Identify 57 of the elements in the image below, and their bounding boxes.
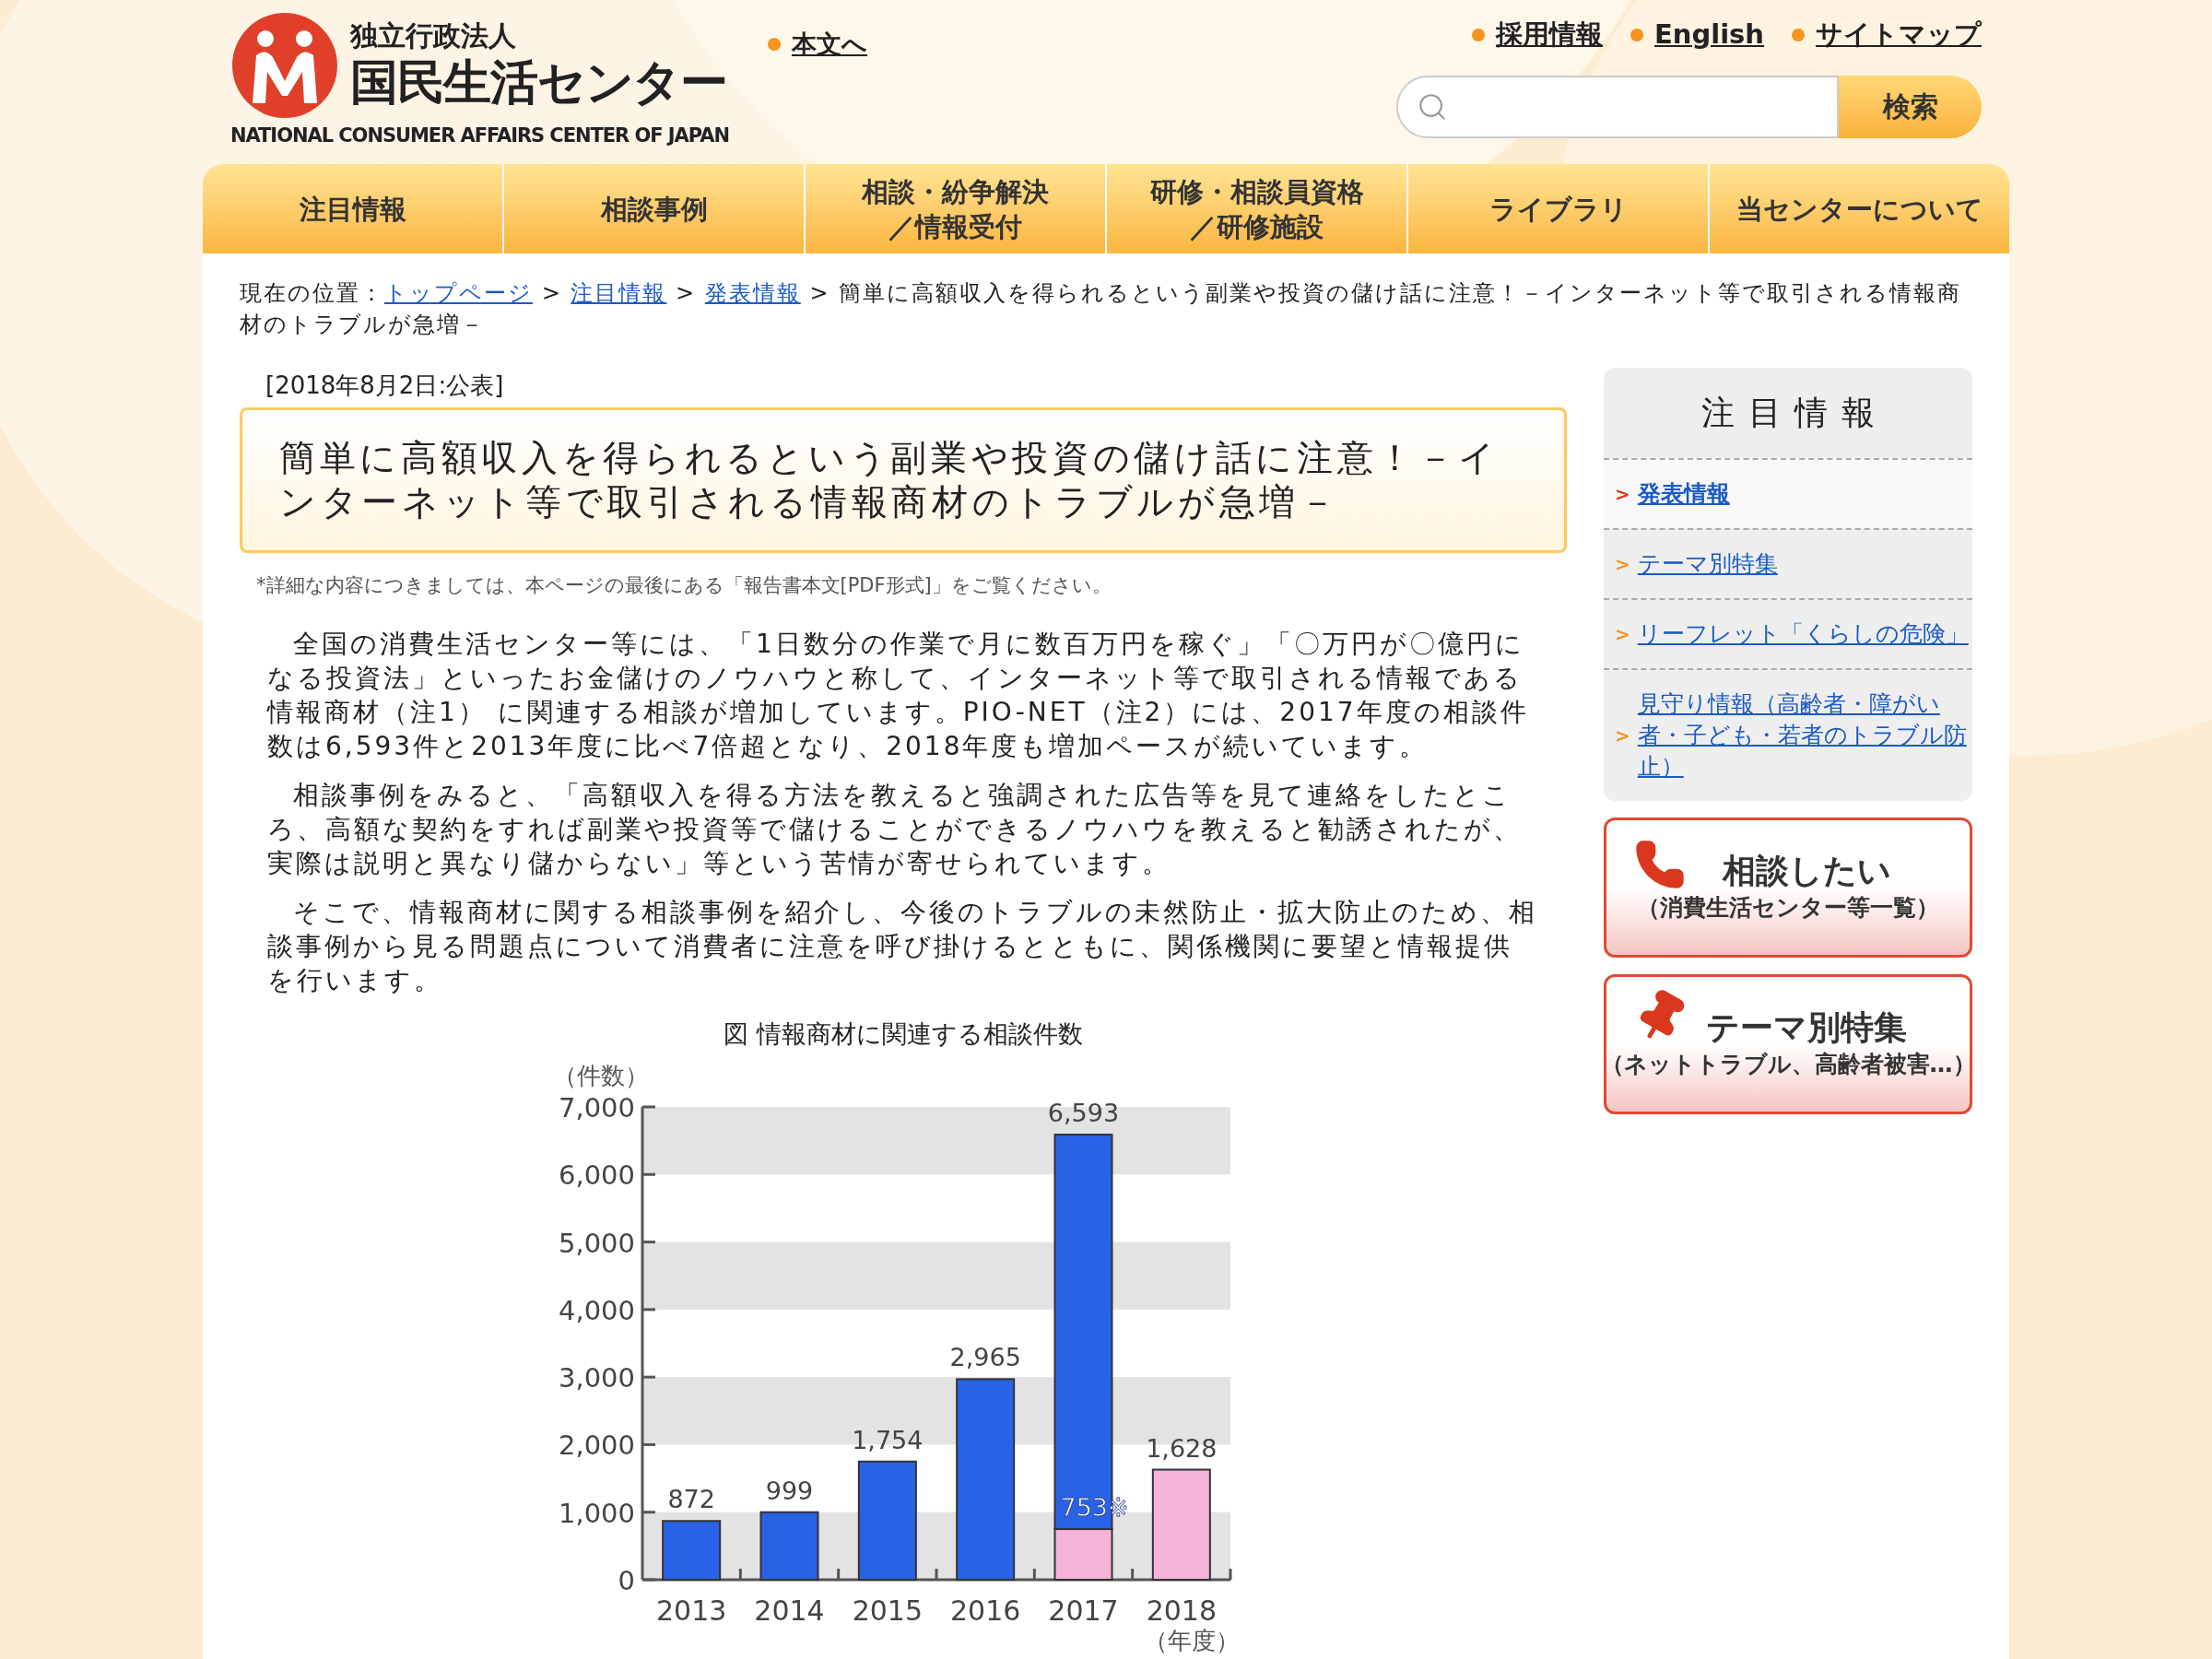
y-tick-label: 2,000 xyxy=(558,1430,635,1462)
breadcrumb-link[interactable]: トップページ xyxy=(384,280,533,306)
article-title: 簡単に高額収入を得られるという副業や投資の儲け話に注意！－インターネット等で取引される情報商材のトラブルが急増－ xyxy=(279,436,1500,524)
search-button[interactable]: 検索 xyxy=(1839,75,1982,138)
x-tick-label: 2013 xyxy=(656,1594,727,1627)
body-paragraph: 全国の消費生活センター等には、「1日数分の作業で月に数百万円を稼ぐ」「〇万円が〇億円になる投資法」といったお金儲けのノウハウと称して、インターネット等で取引される情報である情報商材（注1） に関連する相談が増加しています。PIO-NET（注2）には、2017年度の相談件数は6,593件と2013年度に比べ7倍超となり、2018年度も増加ペースが続いています。 xyxy=(267,627,1530,763)
sidebar-link[interactable]: テーマ別特集 xyxy=(1637,548,1778,580)
sidebar-link[interactable]: 発表情報 xyxy=(1637,478,1730,510)
utility-link[interactable]: English xyxy=(1654,15,1764,55)
body-paragraph: そこで、情報商材に関する相談事例を紹介し、今後のトラブルの未然防止・拡大防止のため、相談事例から見る問題点について消費者に注意を呼び掛けるとともに、関係機関に要望と情報提供を行います。 xyxy=(267,895,1538,997)
y-tick-label: 0 xyxy=(618,1565,635,1596)
organization-type: 独立行政法人 xyxy=(350,18,517,53)
nav-tab[interactable]: 注目情報 xyxy=(203,164,502,253)
skip-link[interactable]: 本文へ xyxy=(791,26,867,64)
chevron-icon: > xyxy=(1615,722,1630,749)
logo-icon xyxy=(230,11,339,120)
value-label: 999 xyxy=(765,1476,814,1505)
y-axis-label: （件数） xyxy=(553,1062,649,1089)
body-paragraph: 相談事例をみると、「高額収入を得る方法を教えると強調された広告等を見て連絡をしたところ、高額な契約をすれば副業や投資等で儲けることができるノウハウを教えると勧誘されたが、実際は説明と異なり儲からない」等という苦情が寄せられています。 xyxy=(267,778,1523,880)
publish-date: [2018年8月2日:公表] xyxy=(265,371,505,401)
phone-icon xyxy=(1634,839,1686,890)
sidebar-link[interactable]: 見守り情報（高齢者・障がい者・子ども・若者のトラブル防止） xyxy=(1637,688,1971,782)
value-label: 2,965 xyxy=(949,1343,1021,1372)
y-tick-label: 7,000 xyxy=(558,1092,635,1124)
x-tick-label: 2016 xyxy=(950,1594,1021,1627)
note-text: *詳細な内容につきましては、本ページの最後にある「報告書本文[PDF形式]」をご覧ください。 xyxy=(256,573,1112,598)
banner-button[interactable]: 相談したい （消費生活センター等一覧） xyxy=(1604,818,1972,958)
value-label: 1,628 xyxy=(1146,1433,1218,1463)
y-tick-label: 5,000 xyxy=(558,1227,635,1259)
sidebar-heading: 注目情報 xyxy=(1700,393,1888,433)
chevron-icon: > xyxy=(1615,550,1630,578)
chevron-icon: > xyxy=(1615,620,1630,648)
banner-button[interactable]: テーマ別特集 （ネットトラブル、高齢者被害…） xyxy=(1604,974,1972,1114)
value-label: 872 xyxy=(667,1485,715,1514)
breadcrumb-link[interactable]: 発表情報 xyxy=(704,280,801,306)
x-tick-label: 2017 xyxy=(1048,1594,1119,1627)
sidebar-link[interactable]: リーフレット「くらしの危険」 xyxy=(1637,618,1969,650)
x-tick-label: 2018 xyxy=(1146,1594,1217,1627)
utility-link[interactable]: 採用情報 xyxy=(1496,15,1603,55)
breadcrumb: 現在の位置：トップページ > 注目情報 > 発表情報 > 簡単に高額収入を得られるという副業や投資の儲け話に注意！－インターネット等で取引される情報商材のトラブルが急増－ xyxy=(240,279,1963,339)
value-label: 1,754 xyxy=(852,1425,924,1454)
utility-link[interactable]: サイトマップ xyxy=(1816,15,1982,55)
y-tick-label: 4,000 xyxy=(558,1294,635,1326)
y-tick-label: 1,000 xyxy=(558,1497,635,1529)
value-label: 6,593 xyxy=(1047,1099,1120,1128)
figure-caption: 図 情報商材に関連する相談件数 xyxy=(724,1018,1083,1050)
breadcrumb-link[interactable]: 注目情報 xyxy=(571,280,667,306)
organization-name: 国民生活センター xyxy=(350,53,727,112)
chevron-icon: > xyxy=(1615,480,1630,508)
y-tick-label: 3,000 xyxy=(558,1362,635,1394)
x-tick-label: 2014 xyxy=(754,1594,825,1627)
organization-english-name: NATIONAL CONSUMER AFFAIRS CENTER OF JAPAN xyxy=(230,124,729,148)
x-axis-label: （年度） xyxy=(1144,1627,1240,1654)
y-tick-label: 6,000 xyxy=(558,1159,635,1192)
x-tick-label: 2015 xyxy=(852,1594,923,1627)
chart-bar xyxy=(662,1520,722,1581)
search-field[interactable] xyxy=(1396,75,1839,138)
